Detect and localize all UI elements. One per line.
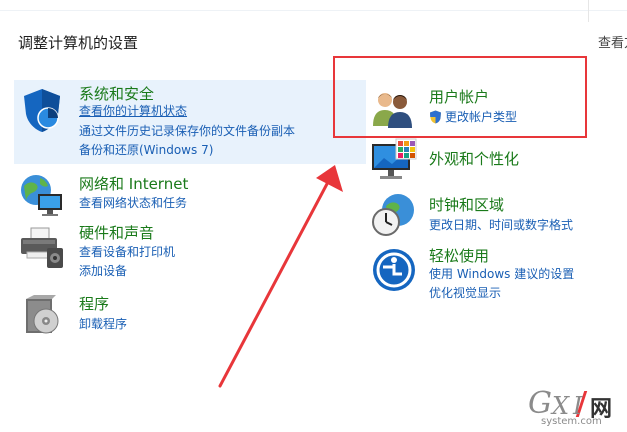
category-title[interactable]: 程序 — [79, 293, 109, 314]
category-title[interactable]: 轻松使用 — [429, 245, 489, 266]
category-title[interactable]: 系统和安全 — [79, 83, 154, 104]
link-optimize-visual-display[interactable]: 优化视觉显示 — [429, 284, 501, 302]
link-change-date-time-format[interactable]: 更改日期、时间或数字格式 — [429, 216, 573, 234]
monitor-palette-icon — [372, 138, 417, 179]
link-network-status[interactable]: 查看网络状态和任务 — [79, 194, 187, 212]
link-add-device[interactable]: 添加设备 — [79, 262, 127, 280]
link-view-computer-status[interactable]: 查看你的计算机状态 — [79, 102, 187, 120]
top-divider — [0, 10, 627, 11]
category-title[interactable]: 外观和个性化 — [429, 148, 519, 169]
annotation-highlight-box — [333, 56, 587, 138]
link-uninstall-program[interactable]: 卸载程序 — [79, 315, 127, 333]
top-separator — [588, 0, 589, 22]
view-by-label[interactable]: 查看方 — [598, 32, 627, 51]
category-title[interactable]: 硬件和声音 — [79, 222, 154, 243]
globe-monitor-icon — [21, 175, 62, 216]
category-title[interactable]: 时钟和区域 — [429, 194, 504, 215]
watermark-site: system.com — [541, 416, 602, 427]
link-devices-printers[interactable]: 查看设备和打印机 — [79, 243, 175, 261]
link-windows-recommended-settings[interactable]: 使用 Windows 建议的设置 — [429, 265, 574, 283]
link-file-history[interactable]: 通过文件历史记录保存你的文件备份副本 — [79, 122, 295, 140]
page-title: 调整计算机的设置 — [18, 34, 139, 52]
shield-icon — [24, 89, 60, 132]
category-title[interactable]: 网络和 Internet — [79, 173, 188, 194]
printer-icon — [21, 227, 63, 268]
programs-disc-icon — [26, 295, 59, 334]
clock-globe-icon — [372, 194, 414, 236]
ease-of-access-icon — [373, 249, 415, 291]
link-backup-restore[interactable]: 备份和还原(Windows 7) — [79, 141, 213, 159]
